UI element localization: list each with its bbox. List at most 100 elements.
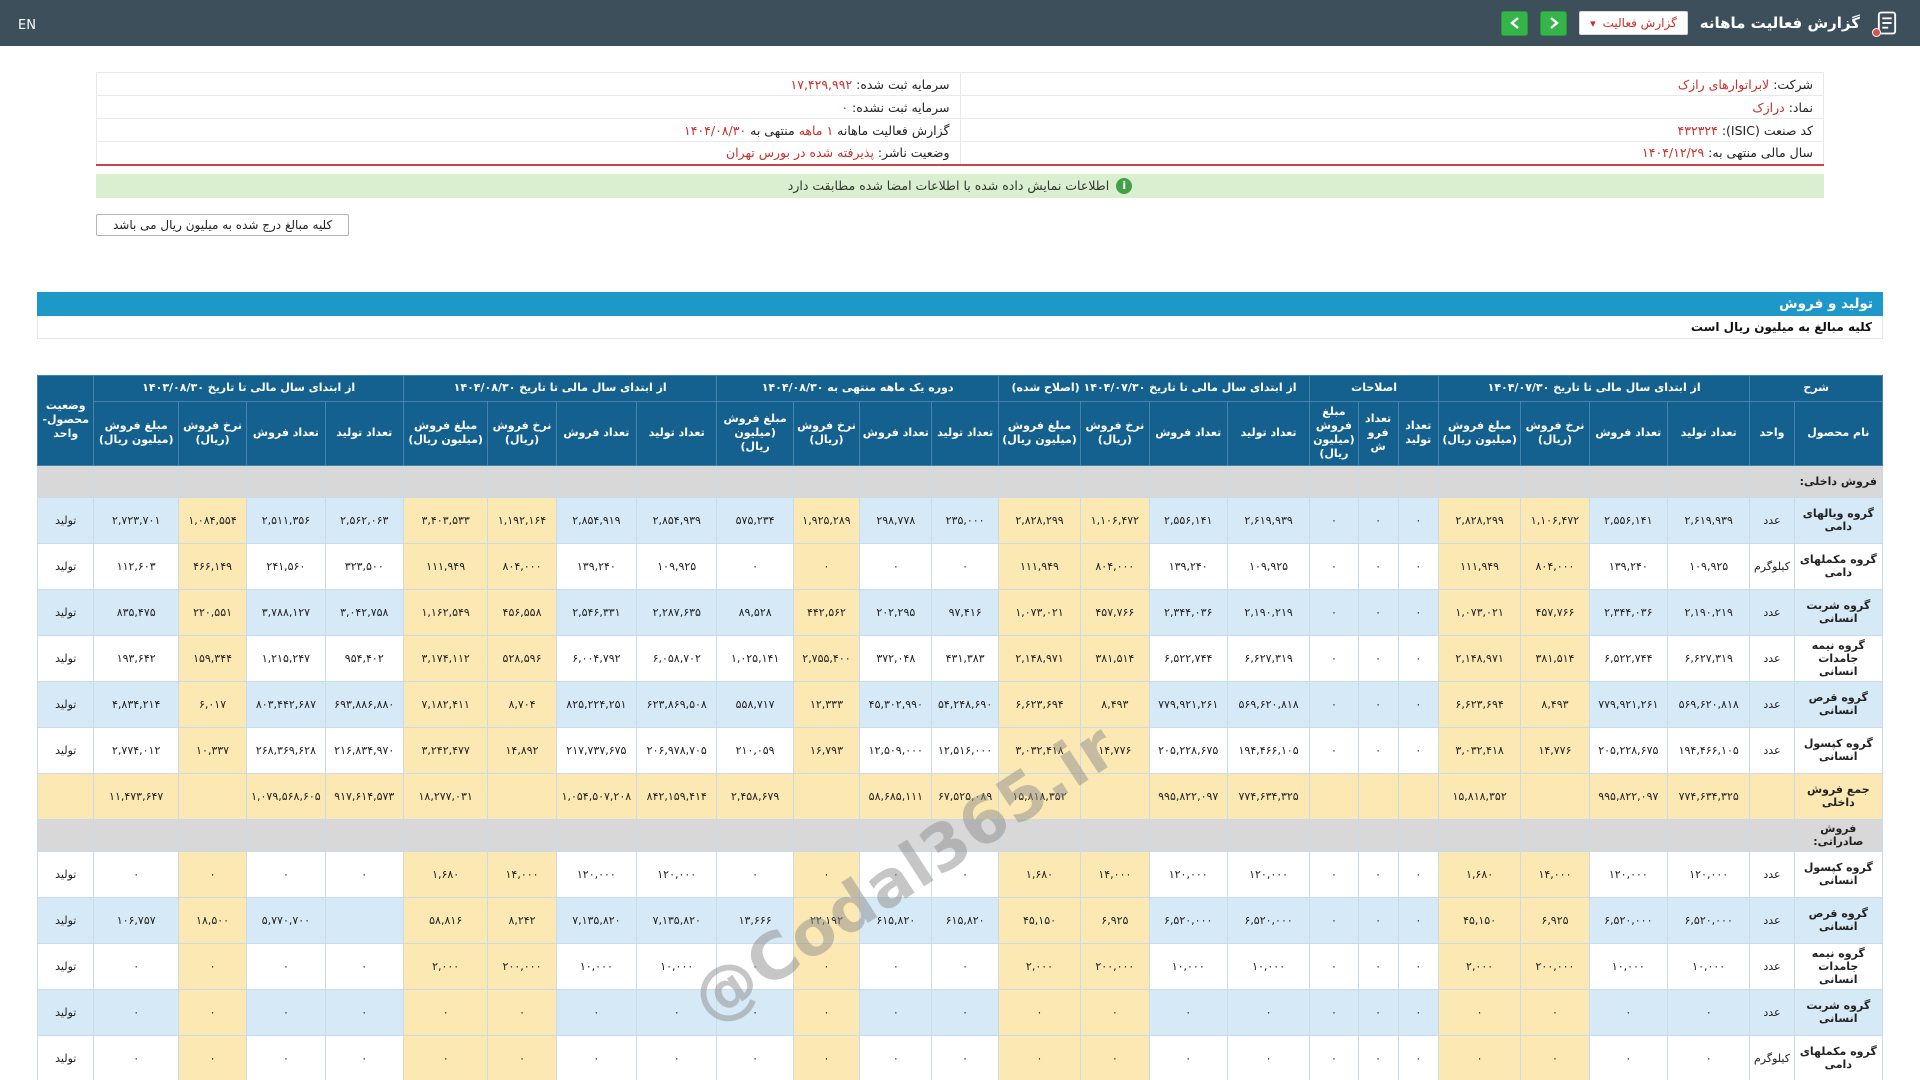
table-cell: ۱۰۹,۹۲۵	[636, 542, 718, 590]
field-value: ۴۳۲۳۲۴	[1677, 122, 1718, 138]
table-cell	[1357, 772, 1399, 820]
status-cell: تولید	[36, 988, 95, 1036]
table-cell: ۳۸۱,۵۱۴	[1520, 634, 1590, 682]
table-header-cell: مبلغ فروش (میلیون ریال)	[716, 400, 794, 466]
table-cell: ۰	[792, 942, 861, 990]
table-cell: ۱۸,۲۷۷,۰۳۱	[402, 772, 489, 820]
table-cell	[1749, 818, 1795, 852]
product-name-cell: گروه نیمه جامدات انسانی	[1793, 942, 1884, 990]
table-cell: ۵۷۵,۲۳۴	[716, 496, 794, 544]
table-cell: ۱۲۰,۰۰۰	[1226, 850, 1311, 898]
table-cell: ۲,۸۵۴,۹۳۹	[636, 496, 718, 544]
table-cell: ۲۰۶,۹۷۸,۷۰۵	[636, 726, 718, 774]
table-cell	[177, 772, 248, 820]
table-cell: ۲,۱۹۰,۲۱۹	[1226, 588, 1311, 636]
table-cell: ۱۰,۰۰۰	[1588, 942, 1669, 990]
next-report-button[interactable]	[1540, 10, 1568, 36]
table-cell: ۰	[1080, 1034, 1150, 1080]
table-header-cell: تعداد فروش	[1588, 400, 1669, 466]
product-name-cell: گروه ویالهای دامی	[1793, 496, 1884, 544]
issuer-status-cell: وضعیت ناشر: پذیرفته شده در بورس تهران	[96, 141, 961, 165]
table-cell	[1397, 772, 1439, 820]
symbol-cell: نماد: درازک	[959, 95, 1824, 119]
table-cell: ۰	[324, 988, 404, 1036]
table-cell: ۸,۴۹۳	[1520, 680, 1590, 728]
table-cell: ۰	[859, 942, 933, 990]
table-cell	[1437, 818, 1522, 852]
section-title-bar: تولید و فروش	[37, 291, 1883, 316]
table-cell: ۰	[1357, 542, 1399, 590]
table-cell: ۰	[859, 988, 933, 1036]
table-cell	[324, 464, 404, 498]
report-period-cell: گزارش فعالیت ماهانه ۱ ماهه منتهی به ۱۴۰۴…	[96, 118, 961, 142]
table-header-cell: اصلاحات	[1309, 374, 1439, 402]
table-cell	[1666, 818, 1751, 852]
product-name-cell: جمع فروش داخلی	[1793, 772, 1884, 820]
table-cell: ۰	[1148, 988, 1228, 1036]
table-header-cell: دوره یک ماهه منتهی به ۱۴۰۴/۰۸/۳۰	[716, 374, 999, 402]
table-cell: ۴,۸۳۴,۲۱۴	[93, 680, 179, 728]
table-cell: ۲۶۸,۳۶۹,۶۲۸	[246, 726, 326, 774]
language-toggle[interactable]: EN	[18, 18, 36, 33]
table-cell: ۶۱۵,۸۲۰	[859, 896, 933, 944]
table-cell: ۱۳۹,۲۴۰	[1588, 542, 1669, 590]
table-cell: ۱,۹۲۵,۲۸۹	[792, 496, 861, 544]
table-cell	[1309, 772, 1359, 820]
table-cell: ۰	[402, 988, 489, 1036]
table-cell: ۴۵۷,۷۶۶	[1520, 588, 1590, 636]
table-cell: ۵۶۹,۶۲۰,۸۱۸	[1666, 680, 1751, 728]
table-cell: ۶,۹۲۵	[1080, 896, 1150, 944]
table-cell	[1520, 772, 1590, 820]
table-cell: ۶۷,۵۲۵,۰۸۹	[931, 772, 999, 820]
table-header-cell: از ابتدای سال مالی تا تاریخ ۱۴۰۴/۰۷/۳۰	[1437, 374, 1751, 402]
product-name-cell: گروه کپسول انسانی	[1793, 726, 1884, 774]
prev-report-button[interactable]	[1501, 10, 1529, 36]
table-cell: ۰	[1309, 1034, 1359, 1080]
table-cell: ۰	[859, 1034, 933, 1080]
table-cell: ۲,۶۱۹,۹۳۹	[1226, 496, 1311, 544]
table-cell: ۰	[1309, 634, 1359, 682]
table-cell: ۰	[1397, 942, 1439, 990]
status-cell: تولید	[36, 896, 95, 944]
table-cell: ۶۱۵,۸۲۰	[931, 896, 999, 944]
unit-cell: عدد	[1749, 942, 1795, 990]
company-info-table: شرکت: لابراتوارهای رازک سرمایه ثبت شده: …	[96, 72, 1824, 166]
table-cell: ۸۴۲,۱۵۹,۴۱۴	[636, 772, 718, 820]
table-cell	[1588, 464, 1669, 498]
table-cell: ۰	[1397, 542, 1439, 590]
table-cell	[1520, 818, 1590, 852]
table-cell: ۱۱,۴۷۳,۶۴۷	[93, 772, 179, 820]
company-name-cell: شرکت: لابراتوارهای رازک	[959, 72, 1824, 96]
section-label-cell: فروش صادراتی:	[1793, 818, 1884, 852]
table-cell: ۸,۴۹۳	[1080, 680, 1150, 728]
table-cell: ۰	[1357, 634, 1399, 682]
report-type-dropdown[interactable]: گزارش فعالیت ▾	[1579, 11, 1688, 35]
table-cell	[246, 818, 326, 852]
table-cell	[1148, 464, 1228, 498]
field-label: کد صنعت (ISIC):	[1721, 122, 1813, 138]
product-name-cell: گروه قرص انسانی	[1793, 896, 1884, 944]
table-cell: ۷۷۴,۶۳۴,۳۲۵	[1666, 772, 1751, 820]
page-title: گزارش فعالیت ماهانه	[1699, 14, 1860, 32]
unit-cell: عدد	[1749, 680, 1795, 728]
field-value: ۰	[841, 99, 849, 115]
table-header-cell: نرخ فروش (ریال)	[177, 400, 248, 466]
table-cell: ۱۰,۰۰۰	[555, 942, 638, 990]
table-cell: ۸۲۵,۲۲۴,۲۵۱	[555, 680, 638, 728]
table-cell: ۹۹۵,۸۲۲,۰۹۷	[1148, 772, 1228, 820]
table-cell: ۰	[555, 1034, 638, 1080]
table-cell	[324, 896, 404, 944]
table-cell: ۲۳۵,۰۰۰	[931, 496, 999, 544]
field-value: ۱ ماهه	[798, 122, 834, 138]
table-cell: ۰	[1357, 988, 1399, 1036]
table-cell	[636, 818, 718, 852]
table-cell: ۰	[636, 1034, 718, 1080]
field-value: پذیرفته شده در بورس تهران	[725, 145, 874, 161]
table-cell: ۰	[487, 1034, 557, 1080]
table-cell: ۱۰,۰۰۰	[636, 942, 718, 990]
table-cell: ۰	[246, 850, 326, 898]
table-cell: ۲۰۲,۲۹۵	[859, 588, 933, 636]
table-cell: ۰	[324, 942, 404, 990]
table-cell: ۰	[792, 850, 861, 898]
table-cell	[931, 464, 999, 498]
